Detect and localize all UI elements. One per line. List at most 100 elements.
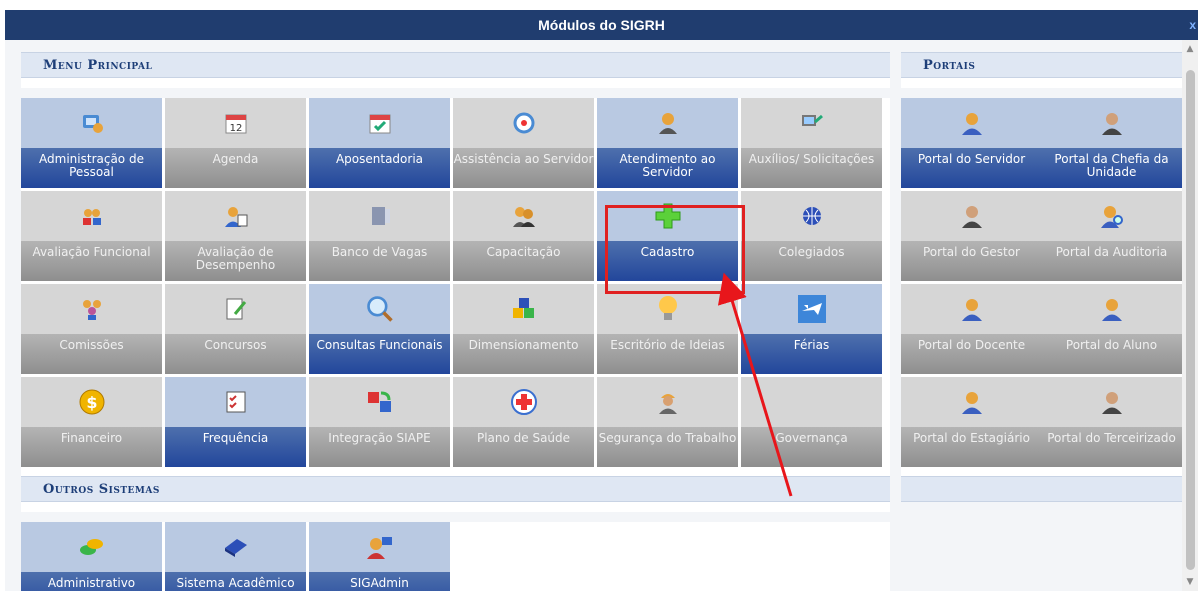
tile-icon-area <box>21 98 162 148</box>
menu-tile-auxilios-solicitacoes[interactable]: Auxílios/ Solicitações <box>741 98 882 188</box>
dollar-coin-icon: $ <box>77 387 107 417</box>
svg-text:12: 12 <box>229 123 242 134</box>
menu-tile-avaliacao-de-desempenho[interactable]: Avaliação de Desempenho <box>165 191 306 281</box>
menu-tile-consultas-funcionais[interactable]: Consultas Funcionais <box>309 284 450 374</box>
tile-label: SIGAdmin <box>309 572 450 591</box>
menu-tile-concursos[interactable]: Concursos <box>165 284 306 374</box>
tile-label: Aposentadoria <box>309 148 450 188</box>
tile-label: Capacitação <box>453 241 594 281</box>
tile-label: Frequência <box>165 427 306 467</box>
vertical-scrollbar[interactable]: ▲ ▼ <box>1182 40 1198 591</box>
outros-sistemas-title: Outros Sistemas <box>43 482 160 497</box>
tile-label: Avaliação de Desempenho <box>165 241 306 281</box>
menu-tile-banco-de-vagas[interactable]: Banco de Vagas <box>309 191 450 281</box>
tile-icon-area <box>453 98 594 148</box>
tile-label: Colegiados <box>741 241 882 281</box>
svg-text:$: $ <box>86 393 97 412</box>
tile-label: Administrativo <box>21 572 162 591</box>
menu-tile-escritorio-de-ideias[interactable]: Escritório de Ideias <box>597 284 738 374</box>
scroll-thumb[interactable] <box>1186 70 1195 570</box>
menu-tile-frequencia[interactable]: Frequência <box>165 377 306 467</box>
menu-principal-header: Menu Principal <box>21 52 890 78</box>
menu-tile-colegiados[interactable]: Colegiados <box>741 191 882 281</box>
portais-header: Portais <box>901 52 1182 78</box>
tile-icon-area <box>1041 191 1182 241</box>
outros-sistemas-panel: Administrativo Sistema Acadêmico SIGAdmin <box>21 522 890 591</box>
outros-sistemas-header: Outros Sistemas <box>21 476 890 502</box>
window-title: Módulos do SIGRH <box>538 17 665 33</box>
worker-icon <box>653 387 683 417</box>
tile-label: Plano de Saúde <box>453 427 594 467</box>
tile-icon-area <box>453 191 594 241</box>
headset-user-icon <box>653 108 683 138</box>
portal-tile-portal-da-auditoria[interactable]: Portal da Auditoria <box>1041 191 1182 281</box>
portal-tile-portal-do-estagiario[interactable]: Portal do Estagiário <box>901 377 1042 467</box>
close-icon[interactable]: x <box>1189 10 1196 40</box>
health-cross-icon <box>509 387 539 417</box>
portal-tile-portal-do-docente[interactable]: Portal do Docente <box>901 284 1042 374</box>
user-dark-icon <box>957 201 987 231</box>
menu-tile-dimensionamento[interactable]: Dimensionamento <box>453 284 594 374</box>
menu-tile-aposentadoria[interactable]: Aposentadoria <box>309 98 450 188</box>
user-blue-icon <box>957 387 987 417</box>
menu-tile-seguranca-do-trabalho[interactable]: Segurança do Trabalho <box>597 377 738 467</box>
scroll-up-icon[interactable]: ▲ <box>1185 44 1195 54</box>
tile-icon-area <box>901 377 1042 427</box>
user-evaluation-icon <box>221 201 251 231</box>
tile-label: Portal da Chefia da Unidade <box>1041 148 1182 188</box>
tile-label: Auxílios/ Solicitações <box>741 148 882 188</box>
menu-principal-gap <box>21 78 890 88</box>
tile-icon-area <box>741 377 882 427</box>
tile-label: Portal da Auditoria <box>1041 241 1182 281</box>
user-blue-icon <box>1097 294 1127 324</box>
portal-tile-portal-da-chefia-da-unidade[interactable]: Portal da Chefia da Unidade <box>1041 98 1182 188</box>
tile-icon-area <box>309 377 450 427</box>
menu-tile-governanca[interactable]: Governança <box>741 377 882 467</box>
scroll-down-icon[interactable]: ▼ <box>1185 577 1195 587</box>
menu-tile-atendimento-ao-servidor[interactable]: Atendimento ao Servidor <box>597 98 738 188</box>
menu-tile-cadastro[interactable]: Cadastro <box>597 191 738 281</box>
outros-tile-sistema-academico[interactable]: Sistema Acadêmico <box>165 522 306 591</box>
book-icon <box>221 532 251 562</box>
tile-label: Financeiro <box>21 427 162 467</box>
outros-tile-administrativo[interactable]: Administrativo <box>21 522 162 591</box>
tile-label: Portal do Estagiário <box>901 427 1042 467</box>
tile-label: Consultas Funcionais <box>309 334 450 374</box>
menu-tile-ferias[interactable]: Férias <box>741 284 882 374</box>
tile-label: Segurança do Trabalho <box>597 427 738 467</box>
menu-tile-agenda[interactable]: 12 Agenda <box>165 98 306 188</box>
portal-tile-portal-do-aluno[interactable]: Portal do Aluno <box>1041 284 1182 374</box>
menu-tile-capacitacao[interactable]: Capacitação <box>453 191 594 281</box>
users-icon <box>77 201 107 231</box>
menu-tile-assistencia-ao-servidor[interactable]: Assistência ao Servidor <box>453 98 594 188</box>
menu-tile-plano-de-saude[interactable]: Plano de Saúde <box>453 377 594 467</box>
menu-tile-avaliacao-funcional[interactable]: Avaliação Funcional <box>21 191 162 281</box>
menu-tile-financeiro[interactable]: $ Financeiro <box>21 377 162 467</box>
checklist-icon <box>221 387 251 417</box>
tile-label: Cadastro <box>597 241 738 281</box>
menu-tile-comissoes[interactable]: Comissões <box>21 284 162 374</box>
tile-icon-area: 12 <box>165 98 306 148</box>
lifebuoy-icon <box>509 108 539 138</box>
globe-icon <box>797 201 827 231</box>
portal-tile-portal-do-terceirizado[interactable]: Portal do Terceirizado <box>1041 377 1182 467</box>
tile-icon-area: $ <box>21 377 162 427</box>
tile-label: Assistência ao Servidor <box>453 148 594 188</box>
menu-tile-administracao-de-pessoal[interactable]: Administração de Pessoal <box>21 98 162 188</box>
tile-icon-area <box>165 377 306 427</box>
tile-icon-area <box>453 377 594 427</box>
menu-tile-integracao-siape[interactable]: Integração SIAPE <box>309 377 450 467</box>
outros-tile-sigadmin[interactable]: SIGAdmin <box>309 522 450 591</box>
sync-icon <box>365 387 395 417</box>
portal-tile-portal-do-gestor[interactable]: Portal do Gestor <box>901 191 1042 281</box>
portal-tile-portal-do-servidor[interactable]: Portal do Servidor <box>901 98 1042 188</box>
tile-icon-area <box>901 191 1042 241</box>
tile-icon-area <box>165 191 306 241</box>
tile-icon-area <box>21 522 162 572</box>
tile-icon-area <box>901 284 1042 334</box>
tile-label: Portal do Aluno <box>1041 334 1182 374</box>
document-edit-icon <box>221 294 251 324</box>
tile-icon-area <box>901 98 1042 148</box>
portais-footer-bar <box>901 476 1182 502</box>
tile-icon-area <box>597 284 738 334</box>
